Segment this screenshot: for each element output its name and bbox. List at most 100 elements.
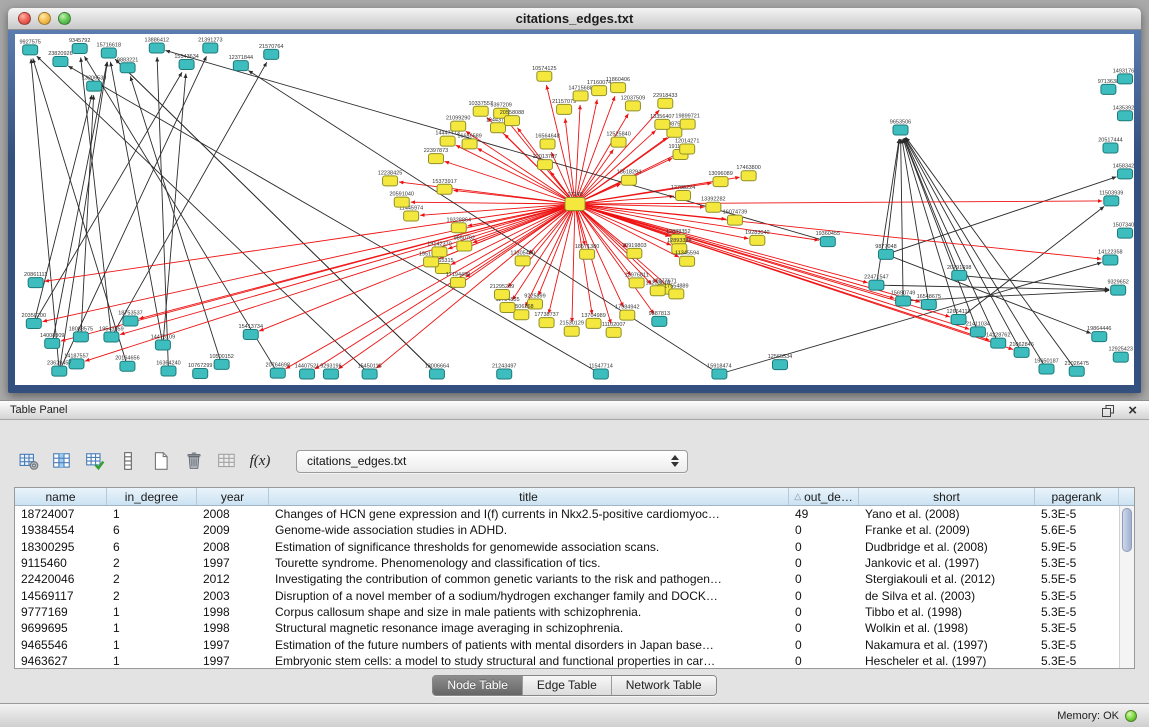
graph-node-yellow[interactable] bbox=[620, 310, 635, 320]
graph-node-teal[interactable] bbox=[429, 369, 444, 379]
column-header-title[interactable]: title bbox=[269, 488, 789, 505]
graph-node-teal[interactable] bbox=[951, 315, 966, 325]
graph-node-yellow[interactable] bbox=[580, 249, 595, 259]
graph-node-yellow[interactable] bbox=[514, 310, 529, 320]
graph-node-teal[interactable] bbox=[1118, 111, 1133, 121]
table-row[interactable]: 1938455462009Genome-wide association stu… bbox=[15, 522, 1119, 538]
vertical-scrollbar[interactable] bbox=[1119, 506, 1134, 668]
graph-node-teal[interactable] bbox=[1101, 84, 1116, 94]
graph-node-teal[interactable] bbox=[652, 316, 667, 326]
graph-node-yellow[interactable] bbox=[440, 136, 455, 146]
graph-node-yellow[interactable] bbox=[741, 171, 756, 181]
table-selector-dropdown[interactable]: citations_edges.txt bbox=[296, 450, 688, 473]
graph-node-yellow[interactable] bbox=[586, 318, 601, 328]
graph-node-yellow[interactable] bbox=[473, 106, 488, 116]
table-row[interactable]: 911546021997Tourette syndrome. Phenomeno… bbox=[15, 555, 1119, 571]
graph-node-yellow[interactable] bbox=[428, 154, 443, 164]
graph-node-teal[interactable] bbox=[45, 338, 60, 348]
graph-node-yellow[interactable] bbox=[462, 139, 477, 149]
column-header-name[interactable]: name bbox=[15, 488, 107, 505]
graph-node-teal[interactable] bbox=[120, 361, 135, 371]
graph-node-yellow[interactable] bbox=[629, 278, 644, 288]
graph-node-yellow[interactable] bbox=[557, 104, 572, 114]
scrollbar-thumb[interactable] bbox=[1122, 508, 1132, 552]
close-panel-button[interactable]: × bbox=[1128, 401, 1137, 420]
graph-node-teal[interactable] bbox=[123, 316, 138, 326]
graph-node-teal[interactable] bbox=[101, 48, 116, 58]
graph-node-yellow[interactable] bbox=[625, 101, 640, 111]
graph-node-teal[interactable] bbox=[869, 280, 884, 290]
graph-node-teal[interactable] bbox=[1014, 347, 1029, 357]
graph-node-teal[interactable] bbox=[772, 360, 787, 370]
table-row[interactable]: 1830029562008Estimation of significance … bbox=[15, 539, 1119, 555]
graph-node-yellow[interactable] bbox=[540, 139, 555, 149]
graph-node-yellow[interactable] bbox=[680, 119, 695, 129]
column-header-out_de[interactable]: △out_de… bbox=[789, 488, 859, 505]
graph-node-teal[interactable] bbox=[1118, 74, 1133, 84]
delete-table-button[interactable] bbox=[214, 448, 240, 474]
graph-node-yellow[interactable] bbox=[537, 71, 552, 81]
table-row[interactable]: 2242004622012Investigating the contribut… bbox=[15, 571, 1119, 587]
graph-node-teal[interactable] bbox=[155, 340, 170, 350]
graph-node-teal[interactable] bbox=[193, 369, 208, 379]
graph-node-yellow[interactable] bbox=[713, 177, 728, 187]
graph-node-teal[interactable] bbox=[233, 61, 248, 71]
graph-node-yellow[interactable] bbox=[537, 160, 552, 170]
graph-node-yellow[interactable] bbox=[404, 211, 419, 221]
minimize-window-button[interactable] bbox=[38, 12, 51, 25]
tab-node-table[interactable]: Node Table bbox=[433, 676, 522, 695]
table-row[interactable]: 946362711997Embryonic stem cells: a mode… bbox=[15, 653, 1119, 669]
network-canvas[interactable]: 1724021157079147156881716007411860406120… bbox=[15, 34, 1134, 385]
graph-node-teal[interactable] bbox=[53, 57, 68, 67]
graph-node-yellow[interactable] bbox=[515, 256, 530, 266]
graph-node-yellow[interactable] bbox=[450, 277, 465, 287]
graph-node-teal[interactable] bbox=[896, 296, 911, 306]
graph-node-teal[interactable] bbox=[52, 366, 67, 376]
graph-node-teal[interactable] bbox=[1118, 228, 1133, 238]
graph-node-teal[interactable] bbox=[820, 237, 835, 247]
graph-node-teal[interactable] bbox=[712, 369, 727, 379]
graph-node-yellow[interactable] bbox=[383, 176, 398, 186]
column-header-pagerank[interactable]: pagerank bbox=[1035, 488, 1119, 505]
tab-edge-table[interactable]: Edge Table bbox=[522, 676, 611, 695]
graph-node-yellow[interactable] bbox=[669, 289, 684, 299]
graph-node-yellow[interactable] bbox=[680, 256, 695, 266]
table-row[interactable]: 946554611997Estimation of the future num… bbox=[15, 636, 1119, 652]
graph-node-yellow[interactable] bbox=[539, 318, 554, 328]
add-column-button[interactable] bbox=[82, 448, 108, 474]
graph-node-teal[interactable] bbox=[1103, 255, 1118, 265]
graph-node-teal[interactable] bbox=[23, 45, 38, 55]
graph-node-teal[interactable] bbox=[270, 368, 285, 378]
graph-node-teal[interactable] bbox=[323, 369, 338, 379]
graph-node-teal[interactable] bbox=[72, 44, 87, 54]
graph-node-yellow[interactable] bbox=[451, 223, 466, 233]
table-row[interactable]: 969969511998Structural magnetic resonanc… bbox=[15, 620, 1119, 636]
tab-network-table[interactable]: Network Table bbox=[611, 676, 716, 695]
graph-node-yellow[interactable] bbox=[658, 98, 673, 108]
graph-node-yellow[interactable] bbox=[573, 91, 588, 101]
show-columns-button[interactable] bbox=[49, 448, 75, 474]
graph-node-teal[interactable] bbox=[149, 43, 164, 53]
graph-node-teal[interactable] bbox=[243, 329, 258, 339]
select-rows-button[interactable] bbox=[115, 448, 141, 474]
graph-node-teal[interactable] bbox=[970, 327, 985, 337]
table-row[interactable]: 1456911722003Disruption of a novel membe… bbox=[15, 587, 1119, 603]
graph-node-teal[interactable] bbox=[203, 43, 218, 53]
graph-node-yellow[interactable] bbox=[500, 303, 515, 313]
graph-node-teal[interactable] bbox=[1039, 364, 1054, 374]
function-builder-button[interactable]: f(x) bbox=[247, 448, 273, 474]
graph-node-teal[interactable] bbox=[1118, 169, 1133, 179]
table-row[interactable]: 1872400712008Changes of HCN gene express… bbox=[15, 506, 1119, 522]
graph-node-yellow[interactable] bbox=[621, 175, 636, 185]
new-table-button[interactable] bbox=[148, 448, 174, 474]
graph-node-teal[interactable] bbox=[28, 278, 43, 288]
graph-node-teal[interactable] bbox=[179, 60, 194, 70]
graph-node-teal[interactable] bbox=[952, 270, 967, 280]
graph-node-teal[interactable] bbox=[879, 249, 894, 259]
graph-node-yellow[interactable] bbox=[494, 289, 509, 299]
graph-node-teal[interactable] bbox=[1104, 196, 1119, 206]
graph-node-teal[interactable] bbox=[87, 81, 102, 91]
graph-node-yellow[interactable] bbox=[457, 241, 472, 251]
graph-node-yellow[interactable] bbox=[564, 326, 579, 336]
graph-node-yellow[interactable] bbox=[627, 248, 642, 258]
